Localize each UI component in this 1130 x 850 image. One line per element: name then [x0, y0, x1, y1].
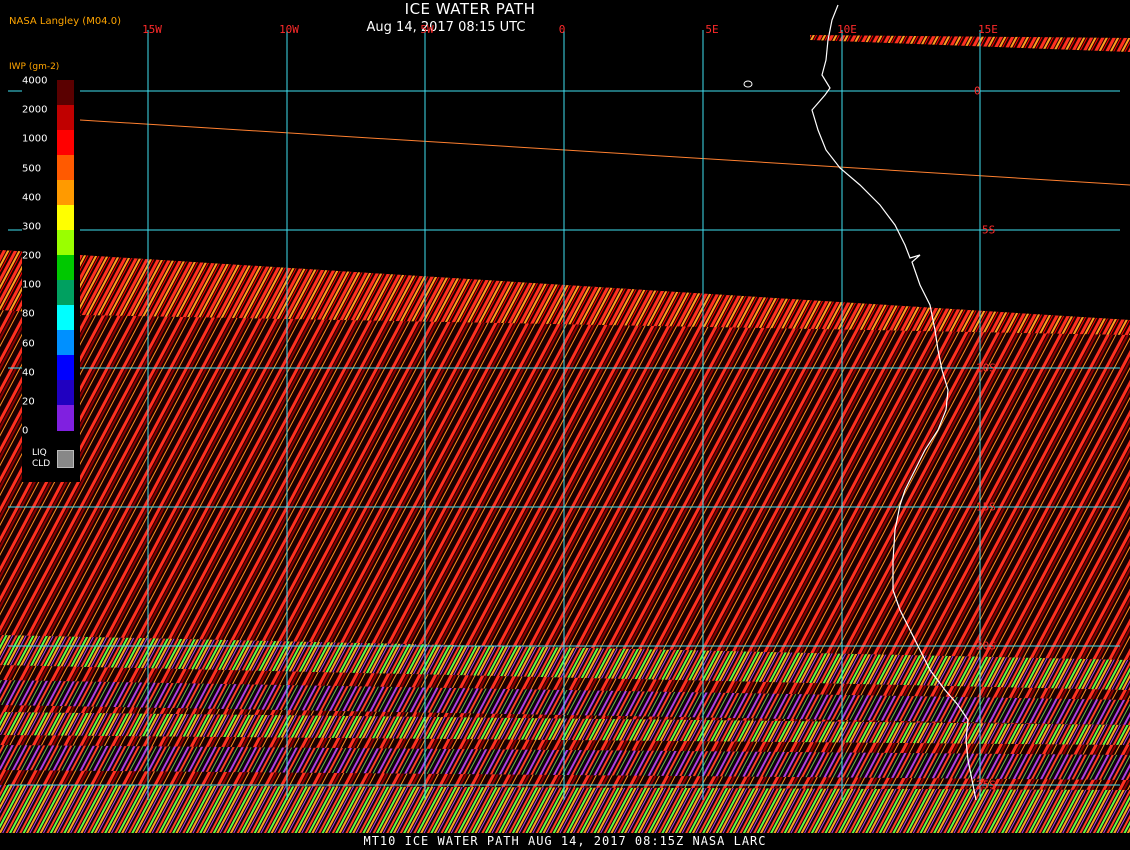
legend-tick-label: 4000	[22, 75, 48, 87]
lat-label-5s: 5S	[982, 223, 996, 237]
legend-color-swatch	[57, 105, 74, 131]
lat-label-0: 0	[974, 84, 981, 98]
legend-color-swatch	[57, 255, 74, 281]
liq-label: LIQ	[32, 448, 47, 458]
lat-label-25s: 25S	[976, 778, 996, 792]
legend-tick-label: 2000	[22, 104, 48, 116]
legend-tick-label: 60	[22, 338, 35, 349]
lon-label-10w: 10W	[279, 23, 299, 36]
legend-color-swatch	[57, 155, 74, 181]
legend-tick-label: 200	[22, 250, 42, 262]
lon-label-10e: 10E	[837, 23, 857, 36]
legend-color-swatch	[57, 280, 74, 306]
ice-water-path-map	[0, 4, 1130, 850]
legend-tick-label: 0	[22, 425, 29, 437]
legend-tick-label: 500	[22, 163, 42, 174]
timestamp: Aug 14, 2017 08:15 UTC	[366, 20, 526, 35]
lon-label-15w: 15W	[142, 23, 162, 36]
legend-color-swatch	[57, 405, 74, 431]
provider-label: NASA Langley (M04.0)	[9, 16, 121, 27]
cloud-band-mixed-3	[0, 785, 1130, 833]
lat-label-10s: 10S	[976, 361, 996, 375]
legend-tick-label: 20	[22, 396, 35, 408]
satellite-swath-upper	[810, 35, 1130, 52]
legend-color-swatch	[57, 305, 74, 331]
footer-caption: MT10 ICE WATER PATH AUG 14, 2017 08:15Z …	[0, 833, 1130, 850]
liquid-cloud-swatch	[57, 450, 74, 468]
lon-label-0: 0	[558, 23, 566, 36]
legend-tick-label: 400	[22, 192, 42, 204]
legend-color-swatch	[57, 330, 74, 356]
legend-color-swatch	[57, 180, 74, 206]
legend-tick-label: 100	[22, 279, 42, 291]
legend-tick-label: 80	[22, 308, 35, 320]
legend-tick-label: 40	[22, 367, 35, 379]
legend-tick-label: 300	[22, 221, 42, 233]
lat-label-15s: 15S	[976, 500, 996, 514]
lon-label-15e: 15E	[978, 23, 998, 36]
cld-label: CLD	[32, 459, 51, 469]
legend-color-swatch	[57, 230, 74, 256]
legend-tick-label: 1000	[22, 133, 48, 145]
legend-color-swatch	[57, 80, 74, 106]
legend-unit-label: IWP (gm-2)	[9, 62, 60, 72]
swath-edge-line	[79, 119, 1130, 186]
legend-color-swatch	[57, 380, 74, 406]
legend-color-swatch	[57, 355, 74, 381]
lon-label-5w: 5W	[420, 23, 434, 36]
legend-color-swatch	[57, 205, 74, 231]
lon-label-5e: 5E	[705, 23, 719, 36]
island	[743, 80, 753, 88]
lat-label-20s: 20S	[976, 639, 996, 653]
page-title: ICE WATER PATH	[404, 0, 536, 18]
legend-color-swatch	[57, 130, 74, 156]
